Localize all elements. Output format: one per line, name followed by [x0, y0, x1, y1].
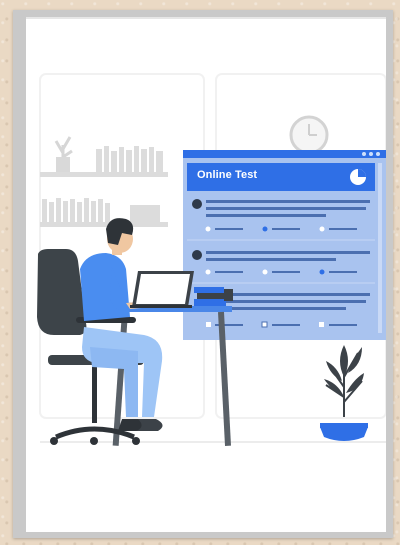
panel-scrollbar — [378, 163, 382, 333]
online-test-illustration — [37, 73, 386, 446]
clock-icon — [289, 115, 329, 155]
laptop — [130, 271, 194, 308]
panel-title: Online Test — [197, 169, 258, 181]
potted-plant — [320, 345, 368, 441]
pie-chart-icon — [350, 169, 366, 185]
bookshelf — [40, 136, 168, 227]
